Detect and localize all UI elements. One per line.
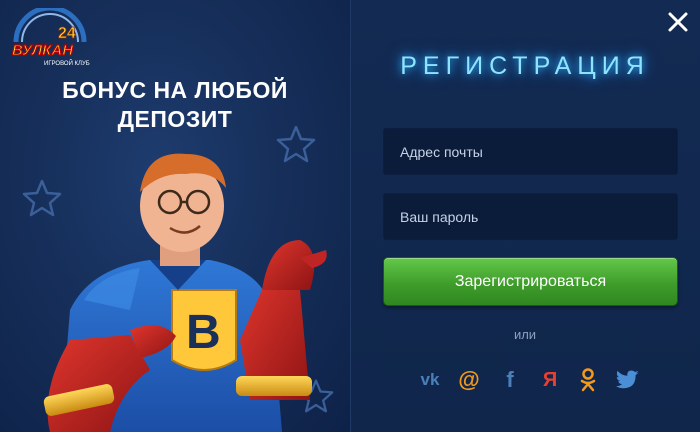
yandex-icon[interactable]: Я [537,367,563,393]
registration-title: РЕГИСТРАЦИЯ [400,52,650,80]
twitter-icon[interactable] [615,367,641,393]
facebook-icon[interactable]: f [497,367,523,393]
register-button[interactable]: Зарегистрироваться [383,257,678,306]
or-divider-label: или [513,327,537,342]
odnoklassniki-icon[interactable] [575,367,601,393]
promo-panel: 24 ВУЛКАН ИГРОВОЙ КЛУБ БОНУС НА ЛЮБОЙ ДЕ… [0,0,350,432]
vulkan-logo: 24 ВУЛКАН ИГРОВОЙ КЛУБ [11,8,90,67]
svg-text:ИГРОВОЙ КЛУБ: ИГРОВОЙ КЛУБ [44,59,90,67]
close-icon[interactable] [666,10,690,34]
registration-modal: 24 ВУЛКАН ИГРОВОЙ КЛУБ БОНУС НА ЛЮБОЙ ДЕ… [0,0,700,432]
promo-line-1: БОНУС НА ЛЮБОЙ [62,77,288,103]
svg-text:ВУЛКАН: ВУЛКАН [12,42,74,59]
superhero-mascot: B [43,153,327,432]
svg-text:B: B [186,306,221,359]
svg-text:24: 24 [58,25,76,42]
email-field[interactable] [383,128,678,175]
vk-icon[interactable]: vk [417,367,443,393]
mail-ru-icon[interactable]: @ [456,367,482,393]
password-field[interactable] [383,193,678,240]
